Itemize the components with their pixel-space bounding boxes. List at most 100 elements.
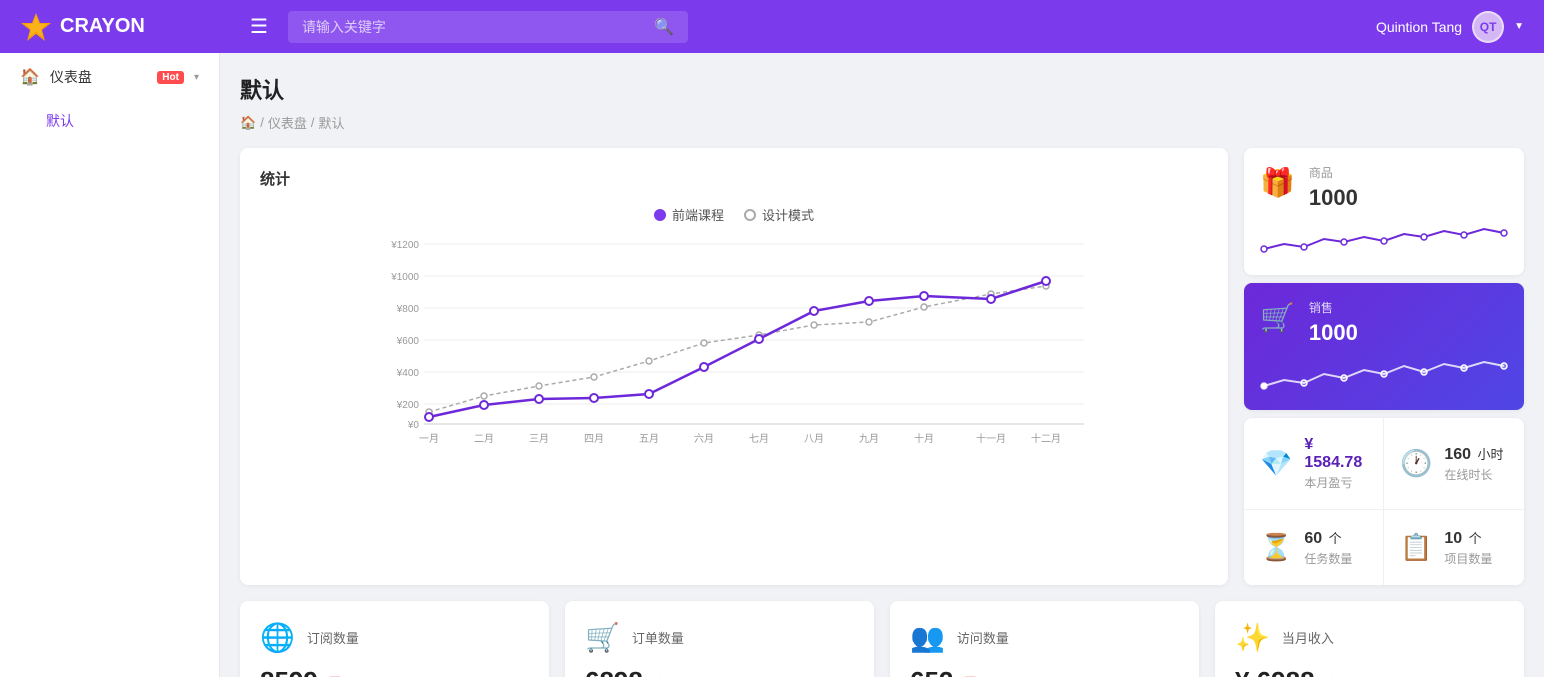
subscriptions-label: 订阅数量 bbox=[307, 628, 359, 647]
avatar: QT bbox=[1472, 11, 1504, 43]
product-value: 1000 bbox=[1309, 185, 1358, 211]
svg-text:十月: 十月 bbox=[914, 432, 934, 445]
bottom-card-subscriptions: 🌐 订阅数量 8599 ▼ 48% 过去24小时 bbox=[240, 601, 549, 677]
revenue-label: 当月收入 bbox=[1282, 628, 1334, 647]
bottom-card-orders: 🛒 订单数量 6898 ▲ 36% 过去6个月 bbox=[565, 601, 874, 677]
svg-text:六月: 六月 bbox=[694, 433, 714, 445]
sales-label: 销售 bbox=[1309, 299, 1358, 316]
clipboard-icon: 📋 bbox=[1400, 532, 1432, 563]
breadcrumb-home[interactable]: 🏠 bbox=[240, 115, 256, 131]
legend-dot-outline bbox=[744, 209, 756, 221]
sales-stat-card: 🛒 销售 1000 bbox=[1244, 283, 1524, 410]
svg-text:五月: 五月 bbox=[639, 433, 659, 445]
projects-unit: 个 bbox=[1469, 531, 1482, 546]
user-name: Quintion Tang bbox=[1376, 19, 1462, 35]
sparkle-icon: ✨ bbox=[1235, 621, 1270, 654]
projects-label: 项目数量 bbox=[1444, 550, 1492, 567]
search-input[interactable] bbox=[302, 19, 644, 35]
sidebar-item-dashboard[interactable]: 🏠 仪表盘 Hot ▾ bbox=[0, 53, 219, 101]
orders-value: 6898 bbox=[585, 666, 643, 677]
hourglass-icon: ⏳ bbox=[1260, 532, 1292, 563]
logo-text: CRAYON bbox=[60, 15, 145, 38]
svg-text:¥400: ¥400 bbox=[396, 368, 420, 379]
sidebar: 🏠 仪表盘 Hot ▾ 默认 bbox=[0, 53, 220, 677]
svg-text:二月: 二月 bbox=[474, 433, 494, 445]
home-icon: 🏠 bbox=[20, 67, 40, 87]
chevron-down-icon: ▼ bbox=[1514, 21, 1524, 32]
legend-design: 设计模式 bbox=[744, 205, 814, 224]
globe-icon: 🌐 bbox=[260, 621, 295, 654]
orders-trend-up-icon: ▲ bbox=[651, 671, 669, 677]
orders-label: 订单数量 bbox=[632, 628, 684, 647]
diamond-icon: 💎 bbox=[1260, 448, 1292, 479]
svg-text:¥600: ¥600 bbox=[396, 336, 420, 347]
user-area[interactable]: Quintion Tang QT ▼ bbox=[1376, 11, 1524, 43]
chart-area: ¥1200 ¥1000 ¥800 ¥600 ¥400 ¥200 ¥0 一月 二月… bbox=[260, 234, 1208, 454]
legend-frontend-label: 前端课程 bbox=[672, 205, 724, 224]
chart-title: 统计 bbox=[260, 168, 1208, 189]
top-navigation: CRAYON ☰ 🔍 Quintion Tang QT ▼ bbox=[0, 0, 1544, 53]
hot-badge: Hot bbox=[157, 71, 184, 84]
svg-text:九月: 九月 bbox=[859, 433, 879, 445]
breadcrumb: 🏠 / 仪表盘 / 默认 bbox=[240, 113, 1524, 132]
users-icon: 👥 bbox=[910, 621, 945, 654]
visits-label: 访问数量 bbox=[957, 628, 1009, 647]
svg-text:¥800: ¥800 bbox=[396, 304, 420, 315]
sidebar-sub-item-default[interactable]: 默认 bbox=[0, 101, 219, 141]
product-stat-card: 🎁 商品 1000 bbox=[1244, 148, 1524, 275]
search-icon: 🔍 bbox=[654, 17, 674, 37]
chevron-icon: ▾ bbox=[194, 72, 199, 83]
main-content: 默认 🏠 / 仪表盘 / 默认 统计 前端课程 设计模式 bbox=[220, 53, 1544, 677]
info-row-2: ⏳ 60 个 任务数量 📋 bbox=[1244, 510, 1524, 585]
online-unit: 小时 bbox=[1478, 447, 1504, 462]
sales-icon: 🛒 bbox=[1260, 301, 1295, 334]
visits-trend-down-icon: ▼ bbox=[961, 671, 979, 677]
main-layout: 🏠 仪表盘 Hot ▾ 默认 默认 🏠 / 仪表盘 / 默认 统计 bbox=[0, 53, 1544, 677]
sales-value: 1000 bbox=[1309, 320, 1358, 346]
info-cell-tasks: ⏳ 60 个 任务数量 bbox=[1244, 510, 1384, 585]
sidebar-sub-item-label: 默认 bbox=[46, 113, 74, 129]
sales-mini-chart bbox=[1260, 354, 1508, 394]
legend-frontend: 前端课程 bbox=[654, 205, 724, 224]
bottom-card-revenue: ✨ 当月收入 ¥ 6988 ▲ 50% 过去6个月 bbox=[1215, 601, 1524, 677]
subscriptions-value: 8599 bbox=[260, 666, 318, 677]
tasks-unit: 个 bbox=[1329, 531, 1342, 546]
revenue-value: ¥ 6988 bbox=[1235, 666, 1315, 677]
product-icon: 🎁 bbox=[1260, 166, 1295, 199]
product-mini-chart bbox=[1260, 219, 1508, 259]
info-cell-online: 🕐 160 小时 在线时长 bbox=[1384, 418, 1524, 509]
breadcrumb-current: 默认 bbox=[318, 113, 344, 132]
dashboard-grid: 统计 前端课程 设计模式 bbox=[240, 148, 1524, 585]
svg-text:三月: 三月 bbox=[529, 433, 549, 445]
projects-number: 10 bbox=[1444, 530, 1462, 547]
online-label: 在线时长 bbox=[1444, 466, 1503, 483]
info-cards: 💎 ¥ 1584.78 本月盈亏 🕐 160 小时 bbox=[1244, 418, 1524, 585]
bottom-stats: 🌐 订阅数量 8599 ▼ 48% 过去24小时 🛒 订单数量 6898 ▲ bbox=[240, 601, 1524, 677]
svg-text:八月: 八月 bbox=[804, 433, 824, 445]
svg-text:七月: 七月 bbox=[749, 433, 769, 445]
right-stats: 🎁 商品 1000 bbox=[1244, 148, 1524, 585]
sidebar-item-dashboard-label: 仪表盘 bbox=[50, 67, 147, 87]
svg-text:¥1000: ¥1000 bbox=[390, 272, 419, 283]
search-bar[interactable]: 🔍 bbox=[288, 11, 688, 43]
profit-value: ¥ 1584.78 bbox=[1304, 436, 1367, 472]
tasks-number: 60 bbox=[1304, 530, 1322, 547]
svg-text:十二月: 十二月 bbox=[1031, 432, 1061, 445]
tasks-label: 任务数量 bbox=[1304, 550, 1352, 567]
svg-text:一月: 一月 bbox=[419, 433, 439, 445]
statistics-chart-card: 统计 前端课程 设计模式 bbox=[240, 148, 1228, 585]
info-row-1: 💎 ¥ 1584.78 本月盈亏 🕐 160 小时 bbox=[1244, 418, 1524, 510]
bottom-card-visits: 👥 访问数量 652 ▼ 36% 过去6个月 bbox=[890, 601, 1199, 677]
chart-legend: 前端课程 设计模式 bbox=[260, 205, 1208, 224]
visits-value: 652 bbox=[910, 666, 953, 677]
cart-icon: 🛒 bbox=[585, 621, 620, 654]
page-title: 默认 bbox=[240, 73, 1524, 105]
svg-text:¥200: ¥200 bbox=[396, 400, 420, 411]
logo-icon bbox=[20, 11, 52, 43]
subscriptions-trend-down-icon: ▼ bbox=[326, 671, 344, 677]
breadcrumb-dashboard[interactable]: 仪表盘 bbox=[268, 113, 307, 132]
product-label: 商品 bbox=[1309, 164, 1358, 181]
logo: CRAYON bbox=[20, 11, 240, 43]
hamburger-button[interactable]: ☰ bbox=[250, 14, 268, 39]
info-cell-profit: 💎 ¥ 1584.78 本月盈亏 bbox=[1244, 418, 1384, 509]
